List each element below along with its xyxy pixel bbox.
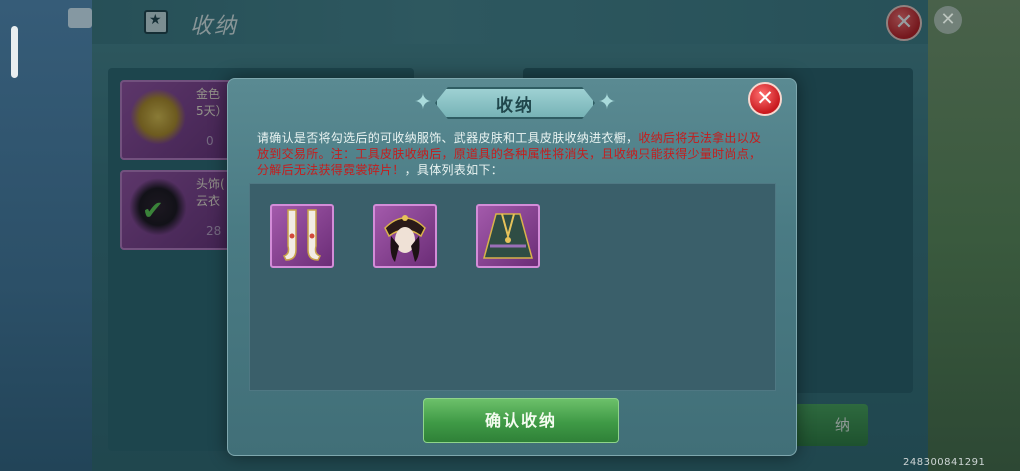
side-drag-handle[interactable]	[11, 26, 18, 78]
confirm-storage-button[interactable]: 确认收纳	[423, 398, 619, 443]
dialog-title: 收纳	[496, 96, 534, 116]
edge-close-icon[interactable]: ✕	[934, 6, 962, 34]
menu-icon[interactable]	[68, 8, 92, 28]
item-slot-headdress[interactable]	[373, 204, 437, 268]
ornament-right-icon: ✦	[597, 90, 617, 115]
item-slot-boots[interactable]	[270, 204, 334, 268]
boots-icon	[282, 209, 322, 261]
notice-part-1: 请确认是否将勾选后的可收纳服饰、武器皮肤和工具皮肤收纳进衣橱，	[257, 131, 639, 145]
ornament-left-icon: ✦	[413, 90, 433, 115]
notice-part-3: ，具体列表如下：	[404, 163, 504, 177]
player-id: 248300841291	[903, 457, 986, 468]
robe-icon	[483, 213, 533, 259]
headdress-icon	[384, 215, 426, 262]
right-scene-strip	[928, 0, 1020, 471]
dialog-close-button[interactable]: ✕	[748, 82, 782, 116]
notice-text: 请确认是否将勾选后的可收纳服饰、武器皮肤和工具皮肤收纳进衣橱，收纳后将无法拿出以…	[257, 130, 773, 178]
item-slot-robe[interactable]	[476, 204, 540, 268]
